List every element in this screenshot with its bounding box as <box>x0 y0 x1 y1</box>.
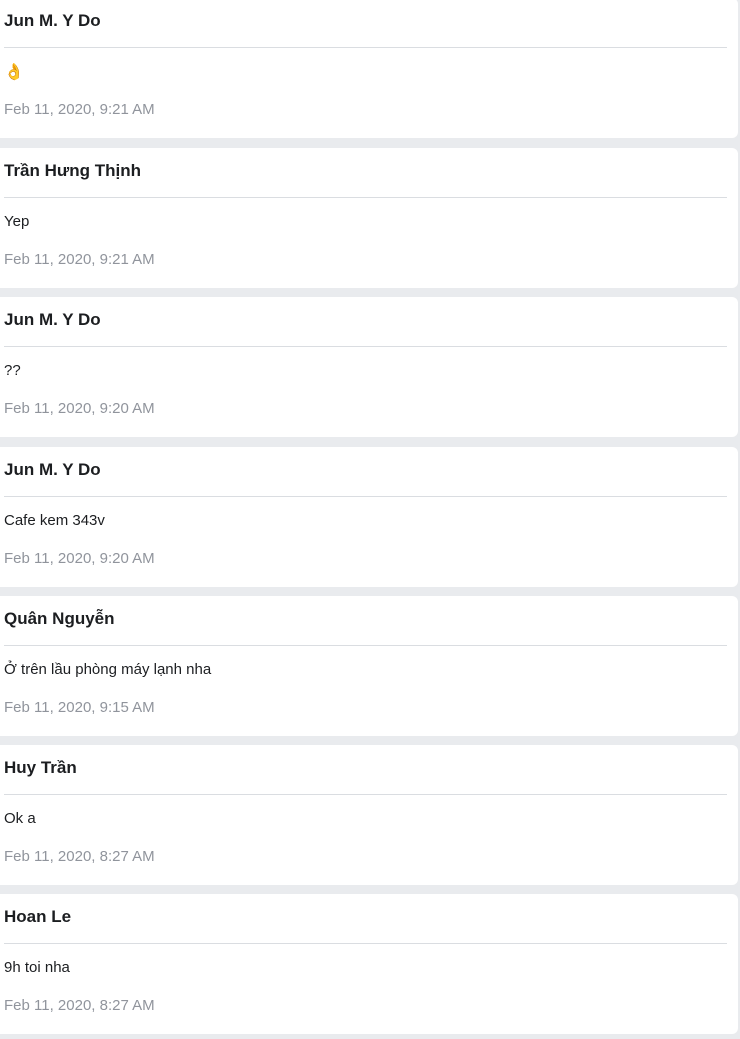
sender-name[interactable]: Jun M. Y Do <box>4 10 101 32</box>
message-timestamp: Feb 11, 2020, 9:20 AM <box>4 400 155 417</box>
message-timestamp: Feb 11, 2020, 9:15 AM <box>4 699 155 716</box>
card-divider <box>4 197 727 198</box>
message-card: Huy Trần Ok a Feb 11, 2020, 8:27 AM <box>0 745 738 885</box>
message-text: 9h toi nha <box>4 959 70 976</box>
message-timestamp: Feb 11, 2020, 9:21 AM <box>4 101 155 118</box>
message-card: Jun M. Y Do ?? Feb 11, 2020, 9:20 AM <box>0 297 738 437</box>
message-card: Quân Nguyễn Ở trên lầu phòng máy lạnh nh… <box>0 596 738 736</box>
message-timestamp: Feb 11, 2020, 8:27 AM <box>4 848 155 865</box>
card-divider <box>4 47 727 48</box>
message-card: Hoan Le 9h toi nha Feb 11, 2020, 8:27 AM <box>0 894 738 1034</box>
card-divider <box>4 496 727 497</box>
card-divider <box>4 346 727 347</box>
sender-name[interactable]: Trần Hưng Thịnh <box>4 160 141 182</box>
message-text: Yep <box>4 213 30 230</box>
sender-name[interactable]: Jun M. Y Do <box>4 309 101 331</box>
card-divider <box>4 645 727 646</box>
message-text: Ở trên lầu phòng máy lạnh nha <box>4 661 212 678</box>
message-card: Trần Hưng Thịnh Yep Feb 11, 2020, 9:21 A… <box>0 148 738 288</box>
message-text: Cafe kem 343v <box>4 512 105 529</box>
card-divider <box>4 943 727 944</box>
message-text: Ok a <box>4 810 36 827</box>
card-divider <box>4 794 727 795</box>
message-card: Jun M. Y Do 👌 Feb 11, 2020, 9:21 AM <box>0 0 738 138</box>
message-timestamp: Feb 11, 2020, 9:21 AM <box>4 251 155 268</box>
sender-name[interactable]: Quân Nguyễn <box>4 608 115 630</box>
sender-name[interactable]: Huy Trần <box>4 757 77 779</box>
message-timestamp: Feb 11, 2020, 9:20 AM <box>4 550 155 567</box>
sender-name[interactable]: Jun M. Y Do <box>4 459 101 481</box>
message-text: ?? <box>4 362 21 379</box>
message-timestamp: Feb 11, 2020, 8:27 AM <box>4 997 155 1014</box>
sender-name[interactable]: Hoan Le <box>4 906 71 928</box>
ok-hand-emoji-message: 👌 <box>4 62 24 81</box>
message-card: Jun M. Y Do Cafe kem 343v Feb 11, 2020, … <box>0 447 738 587</box>
message-feed: Jun M. Y Do 👌 Feb 11, 2020, 9:21 AM Trần… <box>0 0 740 1039</box>
